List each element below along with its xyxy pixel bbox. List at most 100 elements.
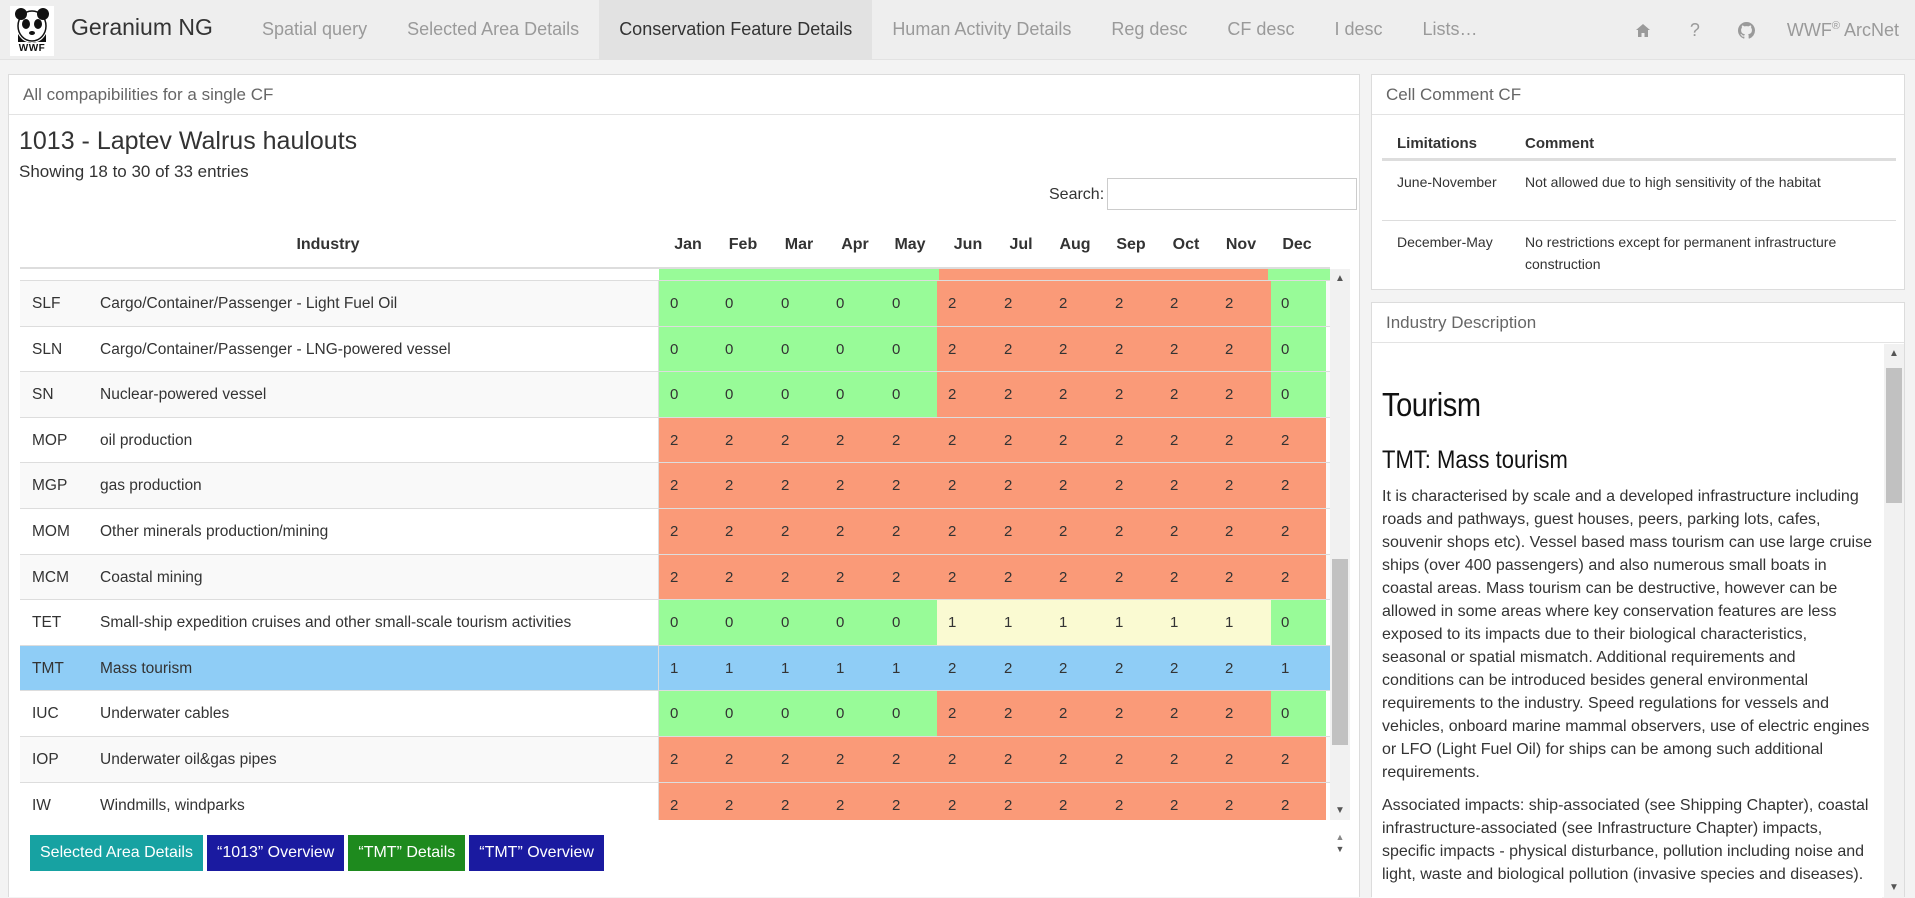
scroll-up-icon[interactable]: ▲	[1330, 273, 1350, 284]
compatibility-cell-jan[interactable]: 2	[659, 417, 715, 464]
compatibility-cell-feb[interactable]: 1	[715, 646, 771, 692]
compatibility-cell-jul[interactable]: 2	[992, 417, 1049, 464]
compatibility-cell-oct[interactable]: 2	[1159, 372, 1215, 419]
help-icon[interactable]: ?	[1669, 0, 1721, 60]
column-header-jan[interactable]: Jan	[668, 236, 708, 254]
compatibility-cell-jul[interactable]: 1	[992, 600, 1049, 647]
table-row[interactable]: MCM Coastal mining 2 2 2 2 2 2 2 2 2 2 2 2	[20, 553, 1330, 601]
compatibility-cell-mar[interactable]: 0	[770, 691, 826, 738]
compatibility-cell-apr[interactable]: 2	[825, 782, 882, 820]
wwf-arcnet-link[interactable]: WWF® ArcNet	[1773, 20, 1907, 41]
compatibility-cell-may[interactable]: 0	[881, 281, 937, 327]
wwf-panda-logo[interactable]: WWF	[10, 6, 54, 56]
compatibility-cell-may[interactable]: 0	[881, 600, 937, 647]
compatibility-cell-may[interactable]: 0	[881, 326, 937, 373]
column-header-sep[interactable]: Sep	[1111, 236, 1151, 254]
compatibility-cell-jun[interactable]: 2	[937, 646, 993, 692]
compatibility-cell-oct[interactable]: 2	[1159, 691, 1215, 738]
scroll-down-icon[interactable]: ▼	[1884, 882, 1904, 893]
compatibility-cell-dec[interactable]: 2	[1270, 463, 1327, 510]
compatibility-cell-jan[interactable]: 2	[659, 782, 715, 820]
compatibility-cell-oct[interactable]: 2	[1159, 554, 1215, 601]
compatibility-cell-oct[interactable]: 2	[1159, 509, 1215, 555]
compatibility-cell-aug[interactable]: 2	[1048, 737, 1104, 783]
table-row[interactable]: SN Nuclear-powered vessel 0 0 0 0 0 2 2 2 2 2 2 0	[20, 371, 1330, 419]
home-icon[interactable]	[1617, 0, 1669, 60]
compatibility-cell-aug[interactable]: 2	[1048, 509, 1104, 555]
compatibility-cell-apr[interactable]: 2	[825, 417, 882, 464]
compatibility-cell-sep[interactable]: 2	[1103, 554, 1160, 601]
compatibility-cell-nov[interactable]: 2	[1215, 509, 1271, 555]
compatibility-cell-nov[interactable]: 2	[1215, 372, 1271, 419]
compatibility-cell-nov[interactable]: 2	[1215, 281, 1271, 327]
column-header-nov[interactable]: Nov	[1221, 236, 1261, 254]
compatibility-cell-may[interactable]: 0	[881, 691, 937, 738]
column-header-jul[interactable]: Jul	[1001, 236, 1041, 254]
compatibility-cell-jun[interactable]: 2	[937, 737, 993, 783]
compatibility-cell-jan[interactable]: 2	[659, 463, 715, 510]
compatibility-cell-feb[interactable]: 0	[714, 326, 771, 373]
compatibility-cell-jul[interactable]: 2	[992, 691, 1049, 738]
compatibility-cell-aug[interactable]: 2	[1048, 463, 1104, 510]
compatibility-cell-oct[interactable]: 2	[1159, 782, 1215, 820]
column-header-may[interactable]: May	[890, 236, 930, 254]
compatibility-cell-jun[interactable]: 1	[937, 600, 993, 647]
compatibility-cell-sep[interactable]: 2	[1103, 782, 1160, 820]
compatibility-cell-jun[interactable]: 2	[937, 417, 993, 464]
compatibility-cell-feb[interactable]: 0	[714, 372, 771, 419]
compatibility-cell-jan[interactable]: 0	[659, 326, 715, 373]
nav-tab-reg-desc[interactable]: Reg desc	[1091, 0, 1207, 60]
compatibility-cell-aug[interactable]: 2	[1048, 646, 1104, 692]
column-header-industry[interactable]: Industry	[20, 236, 636, 254]
compatibility-cell-dec[interactable]: 0	[1270, 600, 1327, 647]
compatibility-cell-feb[interactable]: 0	[714, 691, 771, 738]
compatibility-cell-jan[interactable]: 2	[659, 554, 715, 601]
compatibility-cell-nov[interactable]: 2	[1215, 782, 1271, 820]
compatibility-cell-dec[interactable]: 0	[1270, 372, 1327, 419]
compatibility-cell-apr[interactable]: 0	[825, 691, 882, 738]
compatibility-cell-nov[interactable]: 2	[1215, 326, 1271, 373]
compatibility-cell-jun[interactable]: 2	[937, 782, 993, 820]
compatibility-cell-apr[interactable]: 2	[825, 737, 882, 783]
compatibility-cell-jul[interactable]: 2	[992, 554, 1049, 601]
compatibility-cell-jun[interactable]: 2	[937, 554, 993, 601]
compatibility-cell-apr[interactable]: 0	[825, 600, 882, 647]
compatibility-cell-jan[interactable]: 2	[659, 737, 715, 783]
column-header-apr[interactable]: Apr	[835, 236, 875, 254]
compatibility-cell-nov[interactable]: 2	[1215, 737, 1271, 783]
compatibility-cell-jun[interactable]: 2	[937, 463, 993, 510]
compatibility-cell-jul[interactable]: 2	[992, 372, 1049, 419]
compatibility-cell-apr[interactable]: 2	[825, 463, 882, 510]
compatibility-cell-sep[interactable]: 2	[1103, 509, 1160, 555]
compatibility-cell-jan[interactable]: 0	[659, 281, 715, 327]
compatibility-cell-may[interactable]: 2	[881, 554, 937, 601]
compatibility-cell-sep[interactable]: 2	[1103, 417, 1160, 464]
table-row[interactable]: MOP oil production 2 2 2 2 2 2 2 2 2 2 2 2	[20, 416, 1330, 464]
nav-tab-conservation-feature-details[interactable]: Conservation Feature Details	[599, 0, 873, 60]
compatibility-cell-feb[interactable]: 2	[714, 782, 771, 820]
compatibility-cell-sep[interactable]: 2	[1103, 691, 1160, 738]
nav-tab-spatial-query[interactable]: Spatial query	[242, 0, 387, 60]
cf-overview-button[interactable]: “1013” Overview	[206, 835, 345, 871]
compatibility-cell-aug[interactable]: 2	[1048, 691, 1104, 738]
compatibility-cell-oct[interactable]: 2	[1159, 417, 1215, 464]
compatibility-cell-dec[interactable]: 2	[1270, 782, 1327, 820]
compatibility-cell-mar[interactable]: 1	[770, 646, 826, 692]
compatibility-cell-apr[interactable]: 2	[825, 509, 882, 555]
column-header-mar[interactable]: Mar	[779, 236, 819, 254]
compatibility-cell-jun[interactable]: 2	[937, 372, 993, 419]
table-row[interactable]: IW Windmills, windparks 2 2 2 2 2 2 2 2 2 2 2 2	[20, 781, 1330, 820]
compatibility-cell-apr[interactable]: 0	[825, 281, 882, 327]
compatibility-cell-jun[interactable]: 2	[937, 691, 993, 738]
description-scrollbar[interactable]: ▲ ▼	[1884, 344, 1904, 898]
compatibility-cell-may[interactable]: 2	[881, 417, 937, 464]
scroll-down-icon[interactable]: ▼	[1330, 805, 1350, 816]
industry-overview-button[interactable]: “TMT” Overview	[469, 835, 604, 871]
compatibility-cell-jan[interactable]: 0	[659, 600, 715, 647]
compatibility-cell-oct[interactable]: 2	[1159, 281, 1215, 327]
compatibility-cell-dec[interactable]: 1	[1271, 646, 1327, 692]
compatibility-cell-mar[interactable]: 0	[770, 372, 826, 419]
compatibility-cell-dec[interactable]: 2	[1270, 737, 1327, 783]
compatibility-cell-jul[interactable]: 2	[992, 509, 1049, 555]
compatibility-cell-may[interactable]: 0	[881, 372, 937, 419]
